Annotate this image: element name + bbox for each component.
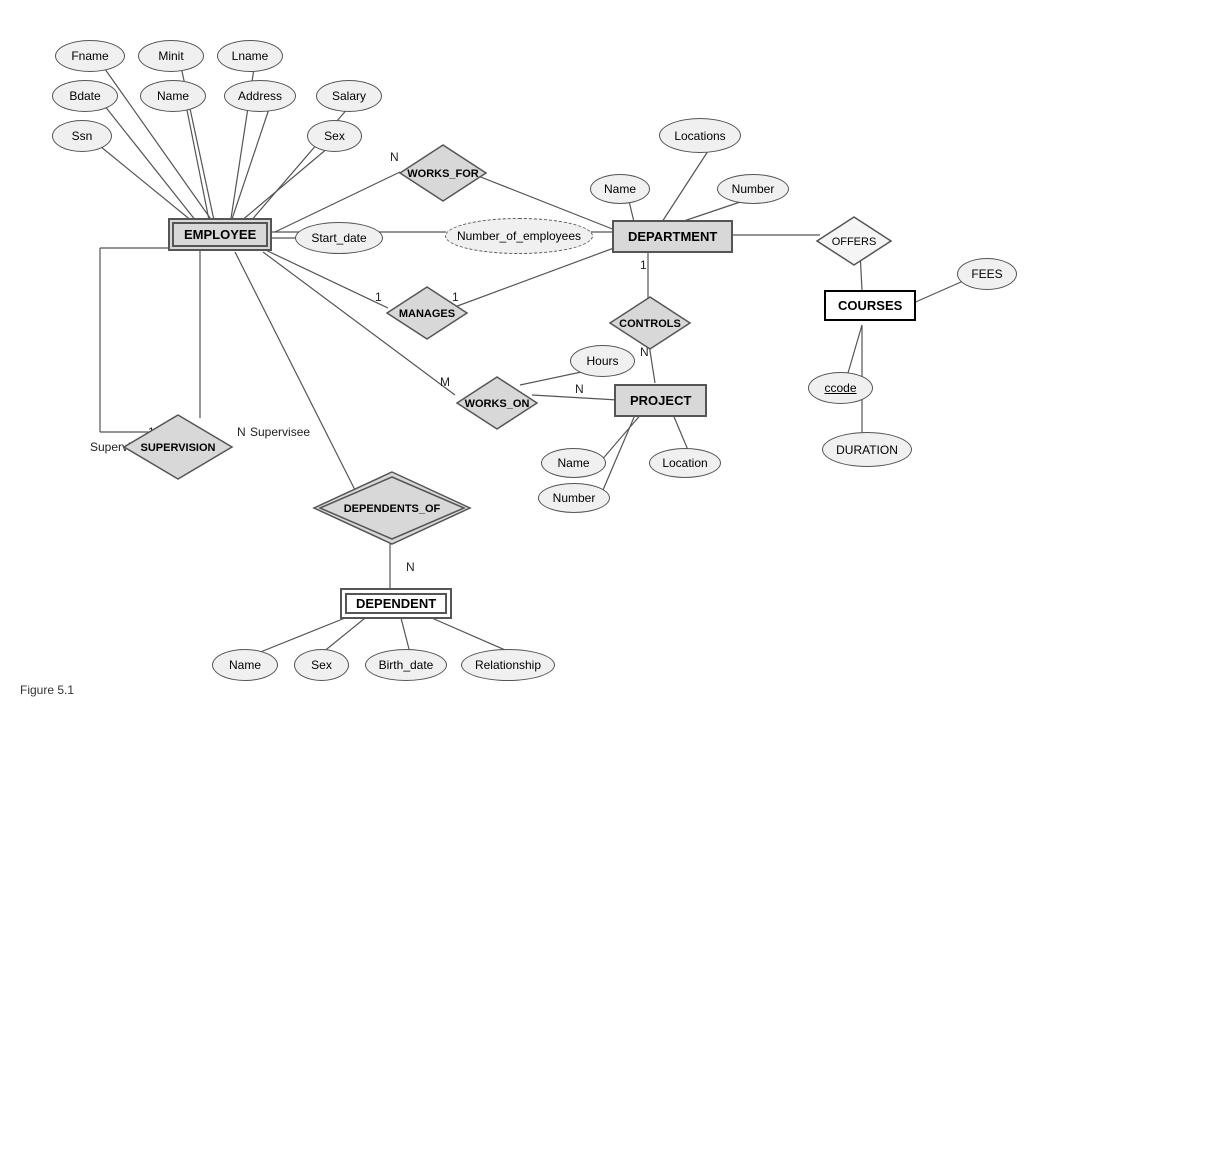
attribute-relationship: Relationship [461,649,555,681]
attribute-sex-emp: Sex [307,120,362,152]
attribute-locations: Locations [659,118,741,153]
attribute-name-dept: Name [590,174,650,204]
relationship-supervision: SUPERVISION [122,413,234,481]
relationship-dependents-of: DEPENDENTS_OF [310,468,474,548]
attribute-number-of-employees: Number_of_employees [445,218,593,254]
attribute-location-proj: Location [649,448,721,478]
svg-text:CONTROLS: CONTROLS [619,318,681,330]
attribute-duration: DURATION [822,432,912,467]
er-diagram: N 1 1 1 1 N M N 1 N 1 N Supervisor Super… [0,0,1218,705]
attribute-ccode: ccode [808,372,873,404]
attribute-name-dep: Name [212,649,278,681]
attribute-name-emp: Name [140,80,206,112]
attribute-name-proj: Name [541,448,606,478]
attribute-lname: Lname [217,40,283,72]
svg-text:WORKS_FOR: WORKS_FOR [407,168,479,180]
svg-text:MANAGES: MANAGES [399,308,455,320]
figure-caption: Figure 5.1 [20,683,74,697]
attribute-salary: Salary [316,80,382,112]
attribute-bdate: Bdate [52,80,118,112]
cardinality-1-manages-emp: 1 [375,290,382,304]
attribute-start-date: Start_date [295,222,383,254]
attribute-minit: Minit [138,40,204,72]
attribute-address: Address [224,80,296,112]
relationship-manages: MANAGES [385,285,469,341]
attribute-number-dept: Number [717,174,789,204]
entity-employee: EMPLOYEE [168,218,272,251]
attribute-fname: Fname [55,40,125,72]
svg-text:SUPERVISION: SUPERVISION [141,442,216,454]
svg-text:OFFERS: OFFERS [832,236,877,248]
attribute-sex-dep: Sex [294,649,349,681]
attribute-ssn: Ssn [52,120,112,152]
attribute-birth-date: Birth_date [365,649,447,681]
entity-department: DEPARTMENT [612,220,733,253]
svg-text:WORKS_ON: WORKS_ON [465,398,530,410]
attribute-fees: FEES [957,258,1017,290]
relationship-controls: CONTROLS [608,295,692,351]
relationship-offers: OFFERS [815,215,893,267]
entity-courses: COURSES [824,290,916,321]
entity-project: PROJECT [614,384,707,417]
svg-text:DEPENDENTS_OF: DEPENDENTS_OF [344,503,441,515]
attribute-number-proj: Number [538,483,610,513]
entity-dependent: DEPENDENT [340,588,452,619]
relationship-works-for: WORKS_FOR [398,143,488,203]
